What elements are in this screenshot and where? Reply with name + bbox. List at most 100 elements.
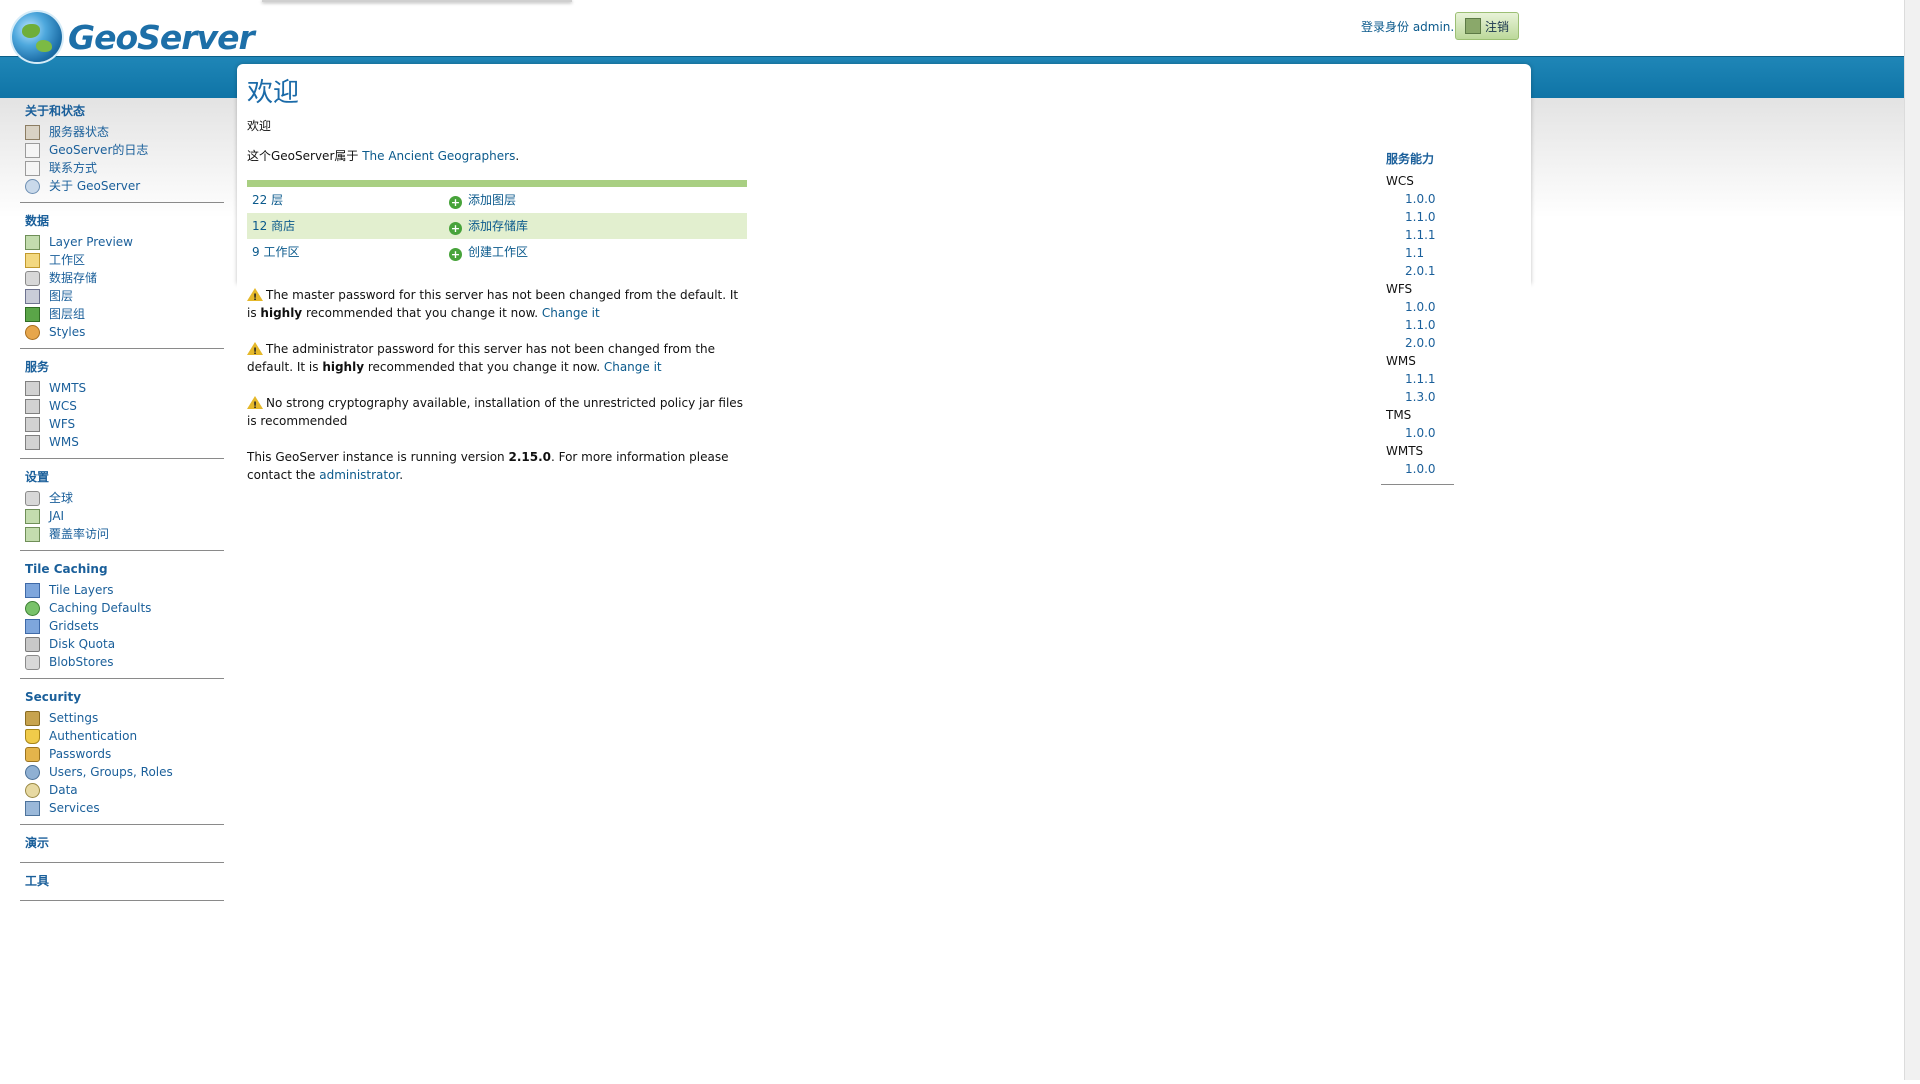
sidebar-item[interactable]: 关于 GeoServer: [20, 177, 224, 195]
sidebar-section-title[interactable]: 关于和状态: [20, 104, 224, 119]
server-status-icon: [25, 124, 40, 140]
sidebar-item[interactable]: Authentication: [20, 727, 224, 745]
logout-button[interactable]: 注销: [1455, 12, 1519, 40]
sidebar-section-title[interactable]: 演示: [20, 836, 224, 851]
sidebar-section: Tile Caching Tile Layers Caching Defaults G…: [20, 562, 224, 679]
service-name: WMTS: [1386, 444, 1424, 458]
owner-suffix: .: [515, 149, 520, 163]
service-icon: [25, 380, 40, 396]
sidebar-section-title[interactable]: 工具: [20, 874, 224, 889]
global-icon: [25, 490, 40, 506]
stores-count-link[interactable]: 12 商店: [252, 219, 295, 233]
layer-icon: [25, 288, 40, 304]
service-version-link[interactable]: 1.1.1: [1405, 226, 1454, 244]
service-icon: [25, 434, 40, 450]
sidebar-item[interactable]: 联系方式: [20, 159, 224, 177]
sidebar-item-label: Services: [49, 801, 100, 815]
workspaces-count-link[interactable]: 9 工作区: [252, 245, 299, 259]
stats-row-layers: 22 层 + 添加图层: [247, 184, 747, 214]
geoserver-logo[interactable]: GeoServer: [12, 12, 255, 62]
service-name: WMS: [1386, 354, 1416, 368]
sidebar-item[interactable]: BlobStores: [20, 653, 224, 671]
sidebar-item[interactable]: Tile Layers: [20, 581, 224, 599]
key-icon: [25, 710, 40, 726]
capabilities-title: 服务能力: [1386, 152, 1435, 166]
service-version-link[interactable]: 2.0.1: [1405, 262, 1454, 280]
service-version-link[interactable]: 1.0.0: [1405, 424, 1454, 442]
sidebar-item[interactable]: 数据存储: [20, 269, 224, 287]
sidebar-item[interactable]: Passwords: [20, 745, 224, 763]
create-workspace-link[interactable]: 创建工作区: [468, 245, 528, 259]
sidebar-section: 关于和状态服务器状态 GeoServer的日志 联系方式关于 GeoServer: [20, 104, 224, 203]
service-version-link[interactable]: 1.0.0: [1405, 298, 1454, 316]
service-version-link[interactable]: 1.3.0: [1405, 388, 1454, 406]
service-name: WCS: [1386, 174, 1414, 188]
sidebar-item[interactable]: JAI: [20, 507, 224, 525]
sidebar-section-title[interactable]: 服务: [20, 360, 224, 375]
contact-icon: [25, 160, 40, 176]
service-icon: [25, 398, 40, 414]
owner-link[interactable]: The Ancient Geographers: [362, 149, 515, 163]
sidebar-item[interactable]: Data: [20, 781, 224, 799]
sidebar-item[interactable]: Layer Preview: [20, 233, 224, 251]
layers-count-link[interactable]: 22 层: [252, 193, 283, 207]
sidebar-item[interactable]: 全球: [20, 489, 224, 507]
sidebar-item[interactable]: 工作区: [20, 251, 224, 269]
sidebar-item[interactable]: 图层组: [20, 305, 224, 323]
sidebar-item[interactable]: GeoServer的日志: [20, 141, 224, 159]
sidebar-item[interactable]: Disk Quota: [20, 635, 224, 653]
sidebar-item-label: BlobStores: [49, 655, 114, 669]
sidebar-item[interactable]: Styles: [20, 323, 224, 341]
sidebar-section-title[interactable]: 设置: [20, 470, 224, 485]
sidebar-section-title[interactable]: Security: [20, 690, 224, 705]
sidebar-item[interactable]: 图层: [20, 287, 224, 305]
service-version-link[interactable]: 1.1: [1405, 244, 1454, 262]
sidebar-section-title[interactable]: 数据: [20, 214, 224, 229]
sidebar-item[interactable]: Services: [20, 799, 224, 817]
sidebar-item-label: 工作区: [49, 253, 86, 267]
stats-row-workspaces: 9 工作区 + 创建工作区: [247, 239, 747, 265]
change-master-password-link[interactable]: Change it: [542, 306, 600, 320]
sidebar-item-label: Styles: [49, 325, 86, 339]
sidebar-section-title[interactable]: Tile Caching: [20, 562, 224, 577]
sidebar-item[interactable]: Settings: [20, 709, 224, 727]
sidebar-item-label: GeoServer的日志: [49, 143, 149, 157]
sidebar-item[interactable]: Users, Groups, Roles: [20, 763, 224, 781]
sidebar-section: 服务 WMTS WCS WFS WMS: [20, 360, 224, 459]
administrator-link[interactable]: administrator: [319, 468, 399, 482]
sidebar-item[interactable]: WMS: [20, 433, 224, 451]
sidebar-item[interactable]: WCS: [20, 397, 224, 415]
sidebar-item-label: 覆盖率访问: [49, 527, 110, 541]
sidebar-nav: 关于和状态服务器状态 GeoServer的日志 联系方式关于 GeoServer 数据…: [20, 104, 224, 912]
sidebar-item-label: Data: [49, 783, 78, 797]
add-icon: +: [449, 248, 462, 261]
add-layer-link[interactable]: 添加图层: [468, 193, 516, 207]
sidebar-item[interactable]: WFS: [20, 415, 224, 433]
sidebar-item-label: Authentication: [49, 729, 138, 743]
service-version-link[interactable]: 1.1.0: [1405, 316, 1454, 334]
vertical-scrollbar[interactable]: [1904, 0, 1920, 1080]
stats-row-stores: 12 商店 + 添加存储库: [247, 213, 747, 239]
add-store-link[interactable]: 添加存储库: [468, 219, 528, 233]
service-version-link[interactable]: 1.1.0: [1405, 208, 1454, 226]
sidebar-item[interactable]: WMTS: [20, 379, 224, 397]
change-admin-password-link[interactable]: Change it: [604, 360, 662, 374]
service-version-link[interactable]: 1.0.0: [1405, 190, 1454, 208]
sidebar-item[interactable]: Gridsets: [20, 617, 224, 635]
service-version-link[interactable]: 2.0.0: [1405, 334, 1454, 352]
sidebar-item[interactable]: Caching Defaults: [20, 599, 224, 617]
add-icon: +: [449, 196, 462, 209]
service-version-link[interactable]: 1.1.1: [1405, 370, 1454, 388]
sidebar-section: 设置全球 JAI 覆盖率访问: [20, 470, 224, 551]
sidebar-item-label: 关于 GeoServer: [49, 179, 141, 193]
warning-icon: [247, 396, 263, 415]
sidebar-item-label: Settings: [49, 711, 99, 725]
admin-password-warning: The administrator password for this serv…: [247, 340, 747, 376]
sidebar-item[interactable]: 服务器状态: [20, 123, 224, 141]
service-version-link[interactable]: 1.0.0: [1405, 460, 1454, 478]
sidebar-item[interactable]: 覆盖率访问: [20, 525, 224, 543]
sidebar-item-label: 联系方式: [49, 161, 98, 175]
sidebar-section: Security Settings Authentication Passwords U…: [20, 690, 224, 825]
sidebar-item-label: 图层组: [49, 307, 86, 321]
sidebar-section: 工具: [20, 874, 224, 901]
